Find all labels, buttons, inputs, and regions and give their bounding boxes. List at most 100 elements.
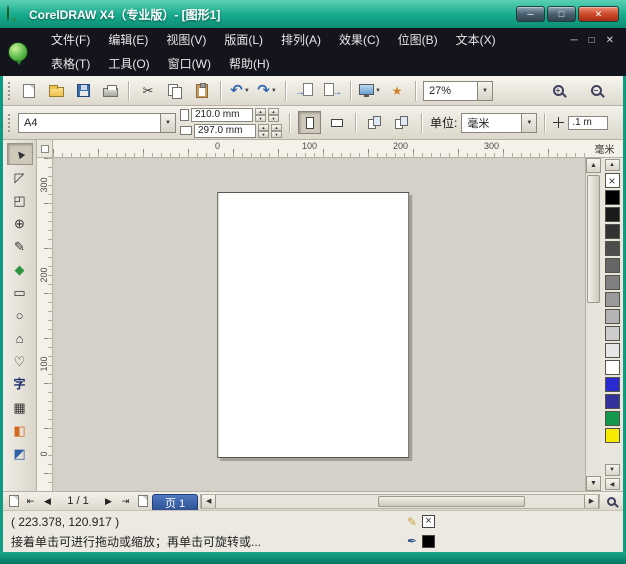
menu-item[interactable]: 视图(V) — [157, 30, 215, 50]
paper-height-spinner[interactable]: ▲▼ — [258, 124, 269, 138]
gray-90[interactable] — [605, 207, 620, 222]
current-page-layout-button[interactable] — [391, 111, 414, 134]
vertical-scroll-thumb[interactable] — [587, 175, 600, 303]
add-page-button[interactable] — [135, 494, 150, 509]
paper-height-spinner-2[interactable]: ▲▼ — [271, 124, 282, 138]
blue[interactable] — [605, 377, 620, 392]
import-button[interactable]: → — [293, 79, 317, 103]
export-button[interactable]: → — [320, 79, 344, 103]
menu-item[interactable]: 帮助(H) — [220, 54, 279, 74]
menu-item[interactable]: 效果(C) — [330, 30, 389, 50]
table-tool[interactable]: ▦ — [7, 396, 33, 418]
all-pages-layout-button[interactable] — [364, 111, 387, 134]
menu-item[interactable]: 工具(O) — [99, 54, 158, 74]
cut-button[interactable]: ✂ — [136, 79, 160, 103]
paper-height-field[interactable]: 297.0 mm — [194, 124, 256, 138]
print-button[interactable] — [98, 79, 122, 103]
gray-20[interactable] — [605, 326, 620, 341]
ellipse-tool[interactable]: ○ — [7, 304, 33, 326]
landscape-orientation-button[interactable] — [325, 111, 348, 134]
fill-tool[interactable]: ◩ — [7, 442, 33, 464]
page-sorter-button[interactable] — [6, 494, 21, 509]
basic-shapes-tool[interactable]: ♡ — [7, 350, 33, 372]
open-button[interactable] — [44, 79, 68, 103]
last-page-button[interactable]: ⇥ — [118, 494, 133, 509]
vertical-ruler[interactable]: 3002001000 — [37, 158, 53, 491]
outline-color-swatch[interactable] — [422, 535, 435, 548]
gray-70[interactable] — [605, 241, 620, 256]
save-button[interactable] — [71, 79, 95, 103]
minimize-button[interactable]: ─ — [516, 6, 545, 22]
paper-size-combo[interactable]: A4 ▼ — [18, 113, 176, 133]
zoom-tool[interactable]: ⊕ — [7, 212, 33, 234]
first-page-button[interactable]: ⇤ — [23, 494, 38, 509]
horizontal-scroll-thumb[interactable] — [378, 496, 525, 507]
document-restore-button[interactable]: □ — [589, 35, 595, 46]
freehand-tool[interactable]: ✎ — [7, 235, 33, 257]
green[interactable] — [605, 411, 620, 426]
launcher-dropdown-icon[interactable]: ▼ — [375, 88, 381, 94]
menu-item[interactable]: 版面(L) — [215, 30, 272, 50]
zoom-in-button[interactable]: + — [546, 79, 570, 103]
paste-button[interactable] — [190, 79, 214, 103]
zoom-combo-dropdown-icon[interactable]: ▼ — [477, 82, 492, 100]
paper-width-spinner-2[interactable]: ▲▼ — [268, 108, 279, 122]
copy-button[interactable] — [163, 79, 187, 103]
crop-tool[interactable]: ◰ — [7, 189, 33, 211]
new-button[interactable] — [17, 79, 41, 103]
gray-10[interactable] — [605, 343, 620, 358]
welcome-screen-button[interactable]: ★ — [385, 79, 409, 103]
portrait-orientation-button[interactable] — [298, 111, 321, 134]
application-launcher-button[interactable]: ▼ — [358, 79, 382, 103]
redo-button[interactable]: ↷▼ — [255, 79, 279, 103]
drawing-canvas[interactable] — [53, 158, 585, 491]
undo-dropdown-icon[interactable]: ▼ — [244, 88, 250, 94]
menu-item[interactable]: 编辑(E) — [99, 30, 157, 50]
horizontal-ruler[interactable]: 0100200300 — [53, 140, 586, 158]
previous-page-button[interactable]: ◀ — [40, 494, 55, 509]
menu-item[interactable]: 位图(B) — [389, 30, 447, 50]
toolbar-grip[interactable] — [8, 82, 11, 100]
gray-60[interactable] — [605, 258, 620, 273]
palette-scroll-down-button[interactable]: ▼ — [605, 464, 620, 476]
page-tab[interactable]: 页 1 — [152, 494, 198, 511]
zoom-out-button[interactable]: − — [584, 79, 608, 103]
rectangle-tool[interactable]: ▭ — [7, 281, 33, 303]
menu-item[interactable]: 文件(F) — [42, 30, 99, 50]
document-minimize-button[interactable]: ─ — [570, 35, 577, 46]
black[interactable] — [605, 190, 620, 205]
close-button[interactable]: ✕ — [578, 6, 619, 22]
palette-expand-button[interactable]: ◀ — [605, 478, 620, 490]
gray-30[interactable] — [605, 309, 620, 324]
nudge-offset-field[interactable]: .1 m — [568, 116, 608, 130]
document-close-button[interactable]: ✕ — [606, 35, 614, 46]
zoom-level-combo[interactable]: 27% ▼ — [423, 81, 493, 101]
ruler-origin-corner[interactable] — [37, 140, 53, 158]
units-dropdown-icon[interactable]: ▼ — [521, 114, 536, 132]
scroll-down-button[interactable]: ▼ — [586, 476, 601, 491]
navy[interactable] — [605, 394, 620, 409]
menu-item[interactable]: 窗口(W) — [159, 54, 220, 74]
units-combo[interactable]: 毫米 ▼ — [461, 113, 537, 133]
fill-color-swatch[interactable]: × — [422, 515, 435, 528]
polygon-tool[interactable]: ⌂ — [7, 327, 33, 349]
palette-scroll-up-button[interactable]: ▲ — [605, 159, 620, 171]
yellow[interactable] — [605, 428, 620, 443]
zoom-page-button[interactable] — [602, 494, 620, 509]
horizontal-scroll-track[interactable] — [216, 495, 584, 508]
interactive-blend-tool[interactable]: ◧ — [7, 419, 33, 441]
text-tool[interactable]: 字 — [7, 373, 33, 395]
paper-width-spinner[interactable]: ▲▼ — [255, 108, 266, 122]
menu-item[interactable]: 表格(T) — [42, 54, 99, 74]
shape-tool[interactable]: ◸ — [7, 166, 33, 188]
paper-size-dropdown-icon[interactable]: ▼ — [160, 114, 175, 132]
gray-50[interactable] — [605, 275, 620, 290]
gray-80[interactable] — [605, 224, 620, 239]
gray-40[interactable] — [605, 292, 620, 307]
next-page-button[interactable]: ▶ — [101, 494, 116, 509]
undo-button[interactable]: ↶▼ — [228, 79, 252, 103]
no-color-swatch[interactable]: × — [605, 173, 620, 188]
scroll-up-button[interactable]: ▲ — [586, 158, 601, 173]
paper-width-field[interactable]: 210.0 mm — [191, 108, 253, 122]
menu-item[interactable]: 文本(X) — [447, 30, 505, 50]
